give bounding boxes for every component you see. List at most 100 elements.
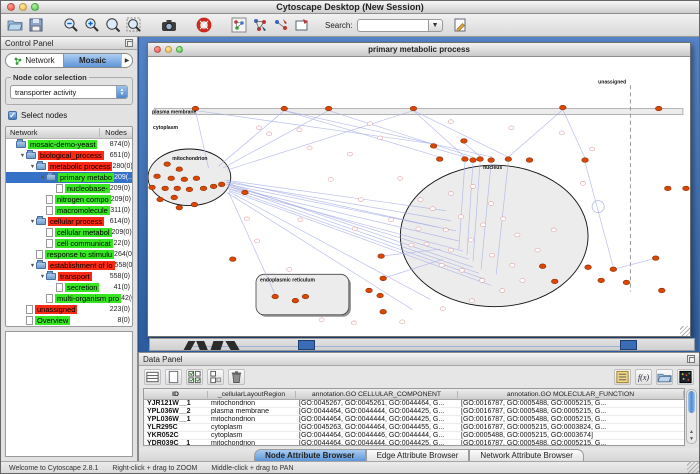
network-edge[interactable] [329, 111, 473, 157]
network-node[interactable] [500, 289, 505, 293]
selected-network-node[interactable] [470, 158, 477, 163]
network-node[interactable] [256, 126, 261, 130]
selected-network-node[interactable] [281, 106, 288, 111]
network-node[interactable] [298, 218, 303, 222]
network-node[interactable] [480, 223, 485, 227]
selected-network-node[interactable] [380, 309, 387, 314]
tree-col-nodes[interactable]: Nodes [100, 128, 132, 137]
edit-nodes-icon[interactable] [251, 17, 269, 34]
tree-row-cell-communicat[interactable]: cell communicat22(0) [6, 238, 132, 249]
tab-overflow-arrow[interactable]: ▶ [121, 54, 132, 67]
float-panel-icon[interactable] [125, 39, 133, 47]
network-node[interactable] [254, 239, 259, 243]
network-node[interactable] [490, 253, 495, 257]
selected-network-node[interactable] [410, 106, 417, 111]
network-node[interactable] [367, 122, 372, 126]
tree-row-unassigned[interactable]: unassigned223(0) [6, 304, 132, 315]
network-node[interactable] [448, 120, 453, 124]
tree-row-nucleobase-[interactable]: nucleobase-209(0) [6, 183, 132, 194]
scrollbar-arrows[interactable]: ▲▼ [687, 429, 696, 443]
tab-network[interactable]: Network [6, 54, 63, 67]
new-attribute-icon[interactable] [165, 369, 182, 385]
annotation-icon[interactable] [293, 17, 311, 34]
table-row[interactable]: YLR295Ccytoplasm[GO:0045263, GO:0044464,… [144, 424, 684, 432]
visual-style-icon[interactable] [451, 17, 469, 34]
scrollbar-thumb[interactable] [688, 391, 695, 413]
tab-edge-attribute-browser[interactable]: Edge Attribute Browser [366, 449, 470, 461]
selected-network-node[interactable] [302, 294, 309, 299]
selected-network-node[interactable] [176, 167, 183, 172]
selected-network-node[interactable] [210, 184, 217, 189]
network-node[interactable] [297, 128, 302, 132]
tree-row-cellular-process[interactable]: ▼cellular process614(0) [6, 216, 132, 227]
search-input[interactable] [357, 19, 429, 32]
network-node[interactable] [479, 278, 484, 282]
selected-network-node[interactable] [436, 157, 443, 162]
selected-network-node[interactable] [186, 187, 193, 192]
selected-network-node[interactable] [325, 106, 332, 111]
network-node[interactable] [378, 136, 383, 140]
import-attributes-icon[interactable] [656, 369, 673, 385]
network-node[interactable] [551, 228, 556, 232]
unselect-attributes-icon[interactable] [207, 369, 224, 385]
network-edge[interactable] [413, 111, 464, 157]
selected-network-node[interactable] [200, 186, 207, 191]
table-row[interactable]: YJR121W__1mitochondrion[GO:0045267, GO:0… [144, 400, 684, 408]
selected-network-node[interactable] [366, 288, 373, 293]
network-node[interactable] [287, 267, 292, 271]
network-node[interactable] [520, 278, 525, 282]
zoom-in-icon[interactable] [83, 17, 101, 34]
selected-network-node[interactable] [149, 185, 156, 190]
zoom-selected-icon[interactable] [125, 17, 143, 34]
disclosure-triangle-icon[interactable]: ▼ [29, 263, 36, 269]
tab-mosaic[interactable]: Mosaic [63, 54, 121, 67]
network-node[interactable] [307, 146, 312, 150]
snapshot-camera-icon[interactable] [160, 17, 178, 34]
delete-attribute-icon[interactable] [228, 369, 245, 385]
selected-network-node[interactable] [218, 182, 225, 187]
network-node[interactable] [352, 227, 357, 231]
table-col-header[interactable]: annotation.GO CELLULAR_COMPONENT [296, 391, 458, 398]
selected-network-node[interactable] [157, 197, 164, 202]
tree-row-establishment-of-lo[interactable]: ▼establishment of lo558(0) [6, 260, 132, 271]
network-node[interactable] [501, 217, 506, 221]
selected-network-node[interactable] [462, 157, 469, 162]
network-node[interactable] [244, 217, 249, 221]
network-node[interactable] [448, 192, 453, 196]
window-resize-grip[interactable] [687, 462, 699, 474]
network-node[interactable] [559, 131, 564, 135]
network-node[interactable] [418, 198, 423, 202]
selected-network-node[interactable] [181, 177, 188, 182]
tree-row-nitrogen-compo[interactable]: nitrogen compo209(0) [6, 194, 132, 205]
selected-network-node[interactable] [380, 276, 387, 281]
table-row[interactable]: YPL036W__2plasma membrane[GO:0044464, GO… [144, 408, 684, 416]
data-table-scrollbar[interactable]: ▲▼ [686, 389, 697, 444]
selected-network-node[interactable] [585, 265, 592, 270]
selected-network-node[interactable] [652, 256, 659, 261]
selected-network-node[interactable] [505, 157, 512, 162]
selected-network-node[interactable] [598, 278, 605, 283]
attribute-table-icon[interactable] [144, 369, 161, 385]
tree-row-overview[interactable]: Overview8(0) [6, 315, 132, 326]
network-node[interactable] [398, 176, 403, 180]
select-attributes-icon[interactable] [186, 369, 203, 385]
search-dropdown-arrow[interactable]: ▼ [429, 19, 443, 32]
window-titlebar[interactable]: Cytoscape Desktop (New Session) [1, 1, 699, 14]
selected-network-node[interactable] [430, 144, 437, 149]
selected-network-node[interactable] [582, 158, 589, 163]
network-node[interactable] [470, 184, 475, 188]
heatmap-icon[interactable] [677, 369, 694, 385]
tree-row-response-to-stimulu[interactable]: response to stimulu264(0) [6, 249, 132, 260]
birdseye-view[interactable] [5, 331, 133, 457]
background-windows-strip[interactable] [149, 338, 695, 351]
node-color-dropdown[interactable]: transporter activity ▲▼ [10, 85, 128, 99]
selected-network-node[interactable] [191, 202, 198, 207]
network-node[interactable] [459, 268, 464, 272]
network-edge[interactable] [585, 162, 613, 267]
network-edge[interactable] [508, 110, 563, 158]
network-node[interactable] [535, 248, 540, 252]
selected-network-node[interactable] [488, 158, 495, 163]
selected-network-node[interactable] [539, 264, 546, 269]
network-node[interactable] [448, 248, 453, 252]
tree-row-transport[interactable]: ▼transport558(0) [6, 271, 132, 282]
